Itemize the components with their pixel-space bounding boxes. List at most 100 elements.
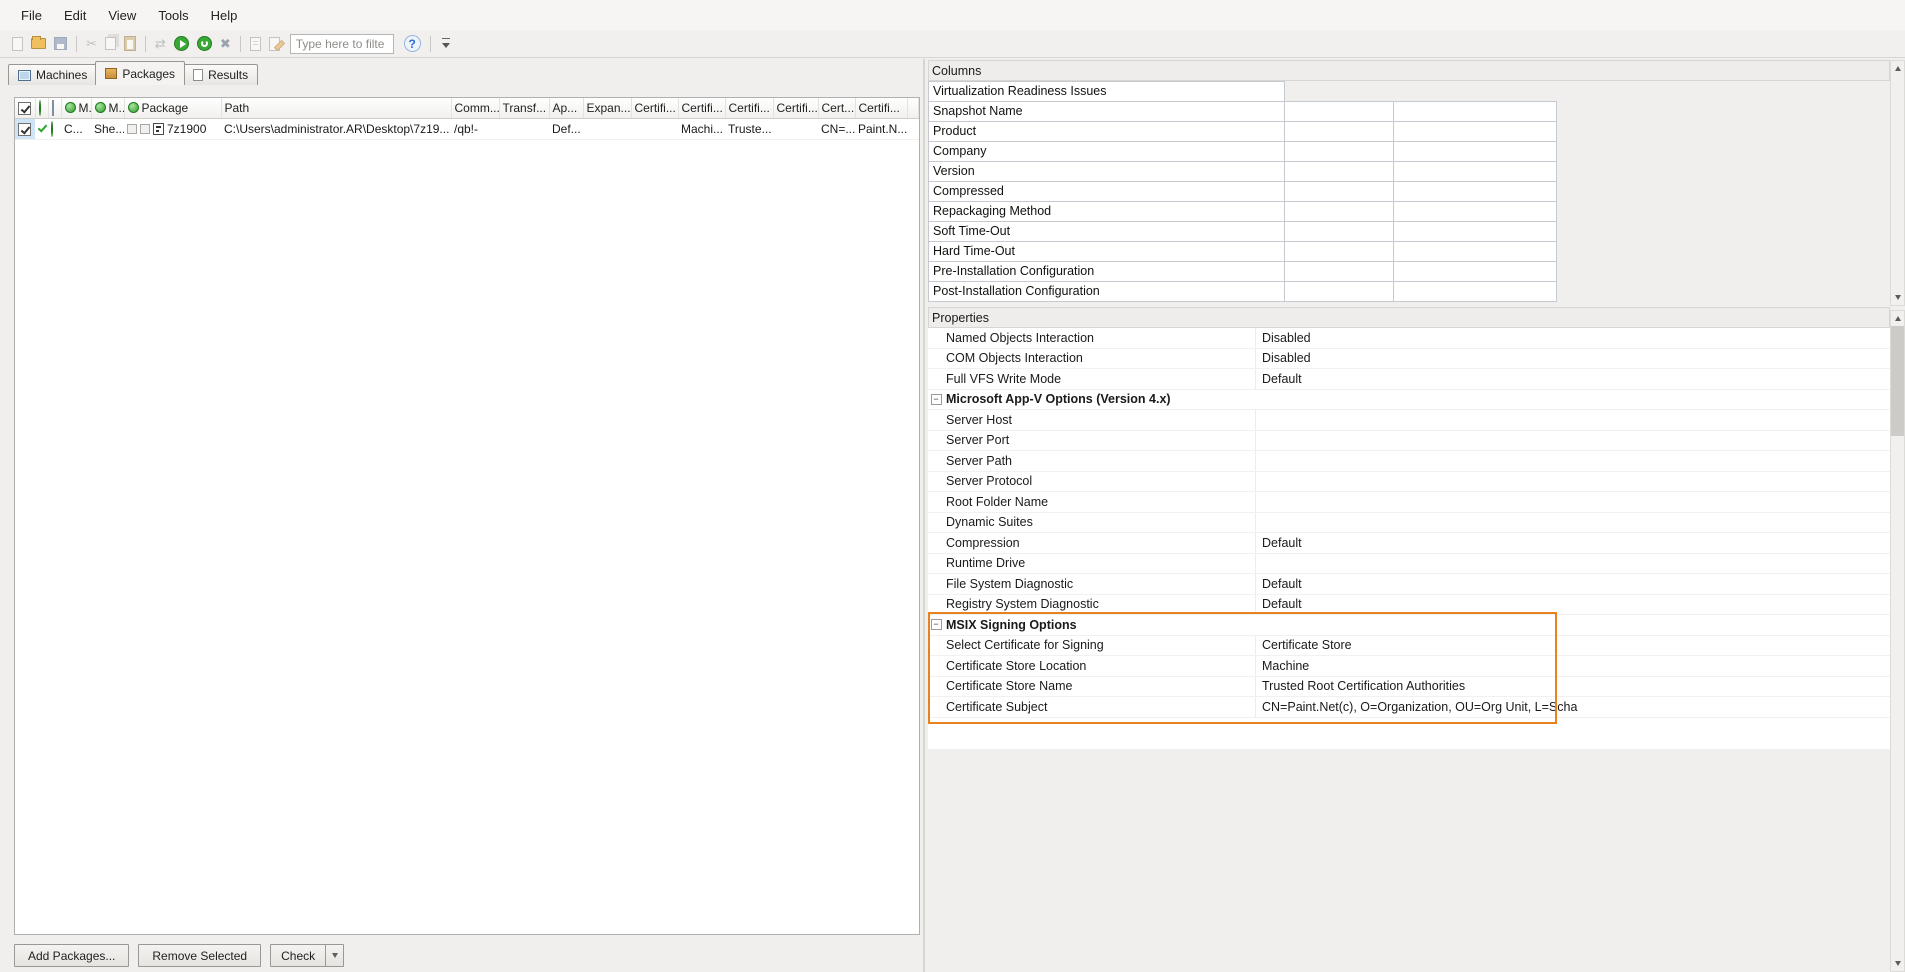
col-header-app[interactable]: Ap... bbox=[549, 98, 583, 118]
column-cell-2[interactable] bbox=[1284, 181, 1394, 202]
property-value[interactable] bbox=[1255, 492, 1890, 512]
remove-selected-button[interactable]: Remove Selected bbox=[138, 944, 261, 967]
column-cell-3[interactable] bbox=[1393, 181, 1557, 202]
property-value[interactable]: Default bbox=[1255, 574, 1890, 594]
column-name[interactable]: Company bbox=[928, 141, 1285, 162]
menu-view[interactable]: View bbox=[97, 3, 147, 28]
property-row[interactable]: − Certificate Subject CN=Paint.Net(c), O… bbox=[928, 697, 1890, 718]
row-select-cell[interactable] bbox=[15, 118, 35, 139]
cut-icon[interactable]: ✂ bbox=[86, 37, 97, 50]
columns-row[interactable]: Version bbox=[928, 161, 1559, 182]
property-row[interactable]: − Server Protocol bbox=[928, 472, 1890, 493]
property-value[interactable] bbox=[1255, 554, 1890, 574]
stop-icon[interactable]: ✖ bbox=[220, 37, 231, 50]
property-row[interactable]: − Dynamic Suites bbox=[928, 513, 1890, 534]
refresh-icon[interactable] bbox=[197, 36, 212, 51]
column-cell-2[interactable] bbox=[1284, 201, 1394, 222]
column-cell-2[interactable] bbox=[1284, 141, 1394, 162]
paste-icon[interactable] bbox=[124, 36, 136, 51]
column-cell-3[interactable] bbox=[1393, 121, 1557, 142]
col-header-m1[interactable]: M.. bbox=[61, 98, 91, 118]
col-header-cert3[interactable]: Certifi... bbox=[725, 98, 773, 118]
package-row[interactable]: C... She... 7z1900 C:\Users\administrato… bbox=[15, 118, 919, 139]
open-folder-icon[interactable] bbox=[31, 38, 46, 49]
columns-row[interactable]: Compressed bbox=[928, 181, 1559, 202]
column-name[interactable]: Product bbox=[928, 121, 1285, 142]
col-header-cert2[interactable]: Certifi... bbox=[678, 98, 725, 118]
scroll-down-icon[interactable] bbox=[1891, 956, 1904, 971]
menu-file[interactable]: File bbox=[10, 3, 53, 28]
col-header-m2[interactable]: M.. bbox=[91, 98, 124, 118]
property-value[interactable]: Trusted Root Certification Authorities bbox=[1255, 677, 1890, 697]
pane-splitter[interactable] bbox=[923, 59, 925, 972]
column-cell-2[interactable] bbox=[1284, 101, 1394, 122]
property-value[interactable]: CN=Paint.Net(c), O=Organization, OU=Org … bbox=[1255, 697, 1890, 717]
scroll-up-icon[interactable] bbox=[1891, 61, 1904, 76]
column-cell-3[interactable] bbox=[1393, 201, 1557, 222]
select-all-checkbox[interactable] bbox=[18, 102, 31, 115]
column-name[interactable]: Soft Time-Out bbox=[928, 221, 1285, 242]
save-icon[interactable] bbox=[54, 37, 67, 50]
column-name[interactable]: Snapshot Name bbox=[928, 101, 1285, 122]
column-cell-2[interactable] bbox=[1284, 261, 1394, 282]
col-header-expand[interactable]: Expan... bbox=[583, 98, 631, 118]
property-value[interactable] bbox=[1255, 513, 1890, 533]
col-header-select[interactable] bbox=[15, 98, 35, 118]
columns-scrollbar[interactable] bbox=[1890, 60, 1905, 306]
property-row[interactable]: − Server Host bbox=[928, 410, 1890, 431]
row-checkbox[interactable] bbox=[18, 123, 31, 136]
column-name[interactable]: Compressed bbox=[928, 181, 1285, 202]
add-packages-button[interactable]: Add Packages... bbox=[14, 944, 129, 967]
toolbar-overflow-icon[interactable] bbox=[440, 36, 452, 52]
column-cell-3[interactable] bbox=[1393, 141, 1557, 162]
column-cell-3[interactable] bbox=[1393, 241, 1557, 262]
property-row[interactable]: − Full VFS Write Mode Default bbox=[928, 369, 1890, 390]
col-header-transform[interactable]: Transf... bbox=[499, 98, 549, 118]
column-cell-2[interactable] bbox=[1284, 281, 1394, 302]
col-header-cert4[interactable]: Certifi... bbox=[773, 98, 818, 118]
tab-results[interactable]: Results bbox=[183, 64, 258, 85]
property-row[interactable]: − File System Diagnostic Default bbox=[928, 574, 1890, 595]
scroll-track[interactable] bbox=[1891, 76, 1904, 290]
col-header-machine-icon[interactable] bbox=[48, 98, 61, 118]
columns-row[interactable]: Virtualization Readiness Issues bbox=[928, 81, 1559, 102]
copy-icon[interactable] bbox=[105, 37, 116, 50]
column-cell-3[interactable] bbox=[1393, 261, 1557, 282]
property-row[interactable]: − Named Objects Interaction Disabled bbox=[928, 328, 1890, 349]
column-name[interactable]: Hard Time-Out bbox=[928, 241, 1285, 262]
scroll-down-icon[interactable] bbox=[1891, 290, 1904, 305]
menu-tools[interactable]: Tools bbox=[147, 3, 199, 28]
col-header-path[interactable]: Path bbox=[221, 98, 451, 118]
property-value[interactable]: Default bbox=[1255, 369, 1890, 389]
columns-row[interactable]: Pre-Installation Configuration bbox=[928, 261, 1559, 282]
column-cell-2[interactable] bbox=[1284, 241, 1394, 262]
check-dropdown-icon[interactable] bbox=[325, 945, 343, 966]
property-value[interactable]: Certificate Store bbox=[1255, 636, 1890, 656]
scroll-thumb[interactable] bbox=[1891, 326, 1904, 436]
columns-row[interactable]: Post-Installation Configuration bbox=[928, 281, 1559, 302]
column-cell-2[interactable] bbox=[1284, 161, 1394, 182]
property-row[interactable]: − Registry System Diagnostic Default bbox=[928, 595, 1890, 616]
property-value[interactable] bbox=[1255, 472, 1890, 492]
property-row[interactable]: − MSIX Signing Options bbox=[928, 615, 1890, 636]
col-header-cert1[interactable]: Certifi... bbox=[631, 98, 678, 118]
collapse-icon[interactable]: − bbox=[931, 394, 942, 405]
collapse-icon[interactable]: − bbox=[931, 619, 942, 630]
columns-row[interactable]: Product bbox=[928, 121, 1559, 142]
column-cell-2[interactable] bbox=[1284, 221, 1394, 242]
help-icon[interactable]: ? bbox=[404, 35, 421, 52]
column-name[interactable]: Post-Installation Configuration bbox=[928, 281, 1285, 302]
property-row[interactable]: − Compression Default bbox=[928, 533, 1890, 554]
columns-row[interactable]: Snapshot Name bbox=[928, 101, 1559, 122]
menu-help[interactable]: Help bbox=[200, 3, 249, 28]
transfer-icon[interactable]: ⇄ bbox=[155, 37, 166, 50]
column-cell-2[interactable] bbox=[1284, 121, 1394, 142]
column-name[interactable]: Pre-Installation Configuration bbox=[928, 261, 1285, 282]
report-icon[interactable] bbox=[250, 37, 261, 51]
property-row[interactable]: − Server Path bbox=[928, 451, 1890, 472]
column-name[interactable]: Version bbox=[928, 161, 1285, 182]
property-value[interactable] bbox=[1255, 410, 1890, 430]
property-row[interactable]: − Certificate Store Name Trusted Root Ce… bbox=[928, 677, 1890, 698]
property-value[interactable] bbox=[1255, 451, 1890, 471]
columns-row[interactable]: Repackaging Method bbox=[928, 201, 1559, 222]
